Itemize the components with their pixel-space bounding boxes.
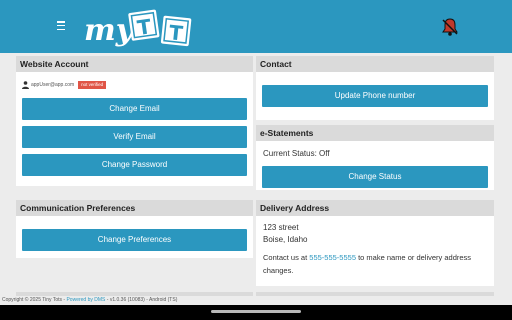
contact-prefix: Contact us at	[263, 253, 310, 262]
address-street: 123 street	[263, 223, 299, 232]
address-city: Boise, Idaho	[263, 235, 308, 244]
website-account-title: Website Account	[16, 56, 253, 72]
communication-preferences-panel: Communication Preferences Change Prefere…	[16, 200, 253, 258]
user-email: appUser@app.com	[31, 82, 75, 88]
home-gesture-handle[interactable]	[211, 310, 301, 313]
estatements-status: Current Status: Off	[263, 149, 330, 158]
delivery-contact-text-end: changes.	[263, 266, 294, 275]
contact-suffix: to make name or delivery address	[356, 253, 472, 262]
app-header: my T T	[0, 0, 512, 53]
verification-status-badge: not verified	[78, 81, 107, 89]
footer-version: - v1.0.36 (10083) - Android (TS)	[105, 297, 178, 303]
contact-phone-link[interactable]: 555-555-5555	[309, 253, 356, 262]
delivery-address-panel: Delivery Address 123 street Boise, Idaho…	[256, 200, 494, 286]
estatements-title: e-Statements	[256, 125, 494, 141]
footer: Copyright © 2025 Tiny Tots - Powered by …	[0, 296, 512, 305]
logo-block-2-letter: T	[168, 20, 184, 45]
delivery-address-title: Delivery Address	[256, 200, 494, 216]
contact-panel: Contact Update Phone number	[256, 56, 494, 120]
bell-icon[interactable]	[440, 17, 460, 37]
user-icon	[22, 81, 29, 89]
website-account-panel: Website Account appUser@app.com not veri…	[16, 56, 253, 186]
communication-preferences-title: Communication Preferences	[16, 200, 253, 216]
delivery-contact-text: Contact us at 555-555-5555 to make name …	[263, 252, 471, 263]
logo-my-text: my	[84, 13, 136, 48]
mytt-logo: my T T	[84, 9, 192, 48]
change-preferences-button[interactable]: Change Preferences	[22, 229, 247, 251]
estatements-panel: e-Statements Current Status: Off Change …	[256, 125, 494, 190]
change-status-button[interactable]: Change Status	[262, 166, 488, 188]
hamburger-menu-icon[interactable]	[57, 21, 65, 30]
contact-title: Contact	[256, 56, 494, 72]
footer-powered-link[interactable]: Powered by DMS	[66, 297, 105, 303]
footer-copyright: Copyright © 2025 Tiny Tots -	[2, 297, 67, 303]
user-info: appUser@app.com not verified	[22, 80, 107, 90]
update-phone-button[interactable]: Update Phone number	[262, 85, 488, 107]
change-email-button[interactable]: Change Email	[22, 98, 247, 120]
system-navigation-bar	[0, 305, 512, 320]
verify-email-button[interactable]: Verify Email	[22, 126, 247, 148]
change-password-button[interactable]: Change Password	[22, 154, 247, 176]
